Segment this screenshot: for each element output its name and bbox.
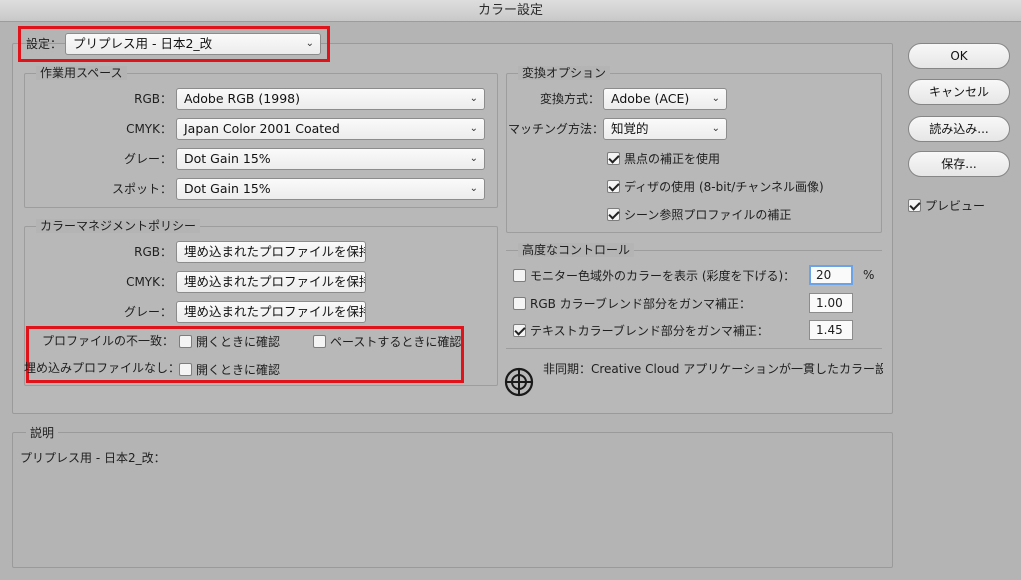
engine-select[interactable]: Adobe (ACE) ⌄ bbox=[603, 88, 727, 110]
save-button[interactable]: 保存... bbox=[908, 151, 1010, 177]
missing-open-checkbox[interactable]: 開くときに確認 bbox=[179, 361, 280, 378]
desaturate-input[interactable]: 20 bbox=[809, 265, 853, 285]
scene-referred-label: シーン参照プロファイルの補正 bbox=[624, 207, 792, 222]
mismatch-paste-box[interactable] bbox=[313, 335, 326, 348]
desaturate-label: モニター色域外のカラーを表示 (彩度を下げる)： bbox=[530, 268, 796, 283]
ws-spot-label: スポット： bbox=[111, 182, 172, 196]
chevron-down-icon: ⌄ bbox=[469, 93, 478, 104]
black-point-label: 黒点の補正を使用 bbox=[624, 151, 721, 166]
mismatch-open-checkbox[interactable]: 開くときに確認 bbox=[179, 333, 280, 350]
desaturate-box[interactable] bbox=[513, 269, 526, 282]
engine-label: 変換方式： bbox=[539, 92, 600, 106]
text-gamma-label: テキストカラーブレンド部分をガンマ補正： bbox=[530, 323, 769, 338]
chevron-down-icon: ⌄ bbox=[350, 276, 359, 287]
policy-cmyk-value: 埋め込まれたプロファイルを保持 bbox=[184, 274, 366, 289]
desaturate-checkbox[interactable]: モニター色域外のカラーを表示 (彩度を下げる)： bbox=[513, 267, 795, 284]
preview-label: プレビュー bbox=[925, 198, 986, 213]
preview-checkbox[interactable]: プレビュー bbox=[908, 197, 985, 214]
dither-box[interactable] bbox=[607, 180, 620, 193]
engine-value: Adobe (ACE) bbox=[611, 91, 690, 106]
cancel-button[interactable]: キャンセル bbox=[908, 79, 1010, 105]
rgb-gamma-checkbox[interactable]: RGB カラーブレンド部分をガンマ補正： bbox=[513, 295, 751, 312]
working-spaces-title: 作業用スペース bbox=[36, 66, 127, 80]
description-text: プリプレス用 - 日本2_改： bbox=[20, 451, 166, 465]
policy-gray-label: グレー： bbox=[123, 305, 172, 319]
chevron-down-icon: ⌄ bbox=[469, 153, 478, 164]
policy-cmyk-select[interactable]: 埋め込まれたプロファイルを保持 ⌄ bbox=[176, 271, 366, 293]
ws-gray-select[interactable]: Dot Gain 15% ⌄ bbox=[176, 148, 485, 170]
black-point-box[interactable] bbox=[607, 152, 620, 165]
chevron-down-icon: ⌄ bbox=[469, 183, 478, 194]
policies-title: カラーマネジメントポリシー bbox=[36, 219, 201, 233]
text-gamma-input[interactable]: 1.45 bbox=[809, 320, 853, 340]
ws-spot-value: Dot Gain 15% bbox=[184, 181, 271, 196]
mismatch-open-box[interactable] bbox=[179, 335, 192, 348]
rgb-gamma-box[interactable] bbox=[513, 297, 526, 310]
desaturate-unit: % bbox=[863, 268, 875, 282]
ok-button[interactable]: OK bbox=[908, 43, 1010, 69]
sync-status-text: 非同期：Creative Cloud アプリケーションが一貫したカラー設定に… bbox=[543, 362, 883, 376]
chevron-down-icon: ⌄ bbox=[350, 306, 359, 317]
missing-profile-label: 埋め込みプロファイルなし： bbox=[24, 361, 181, 375]
scene-referred-checkbox[interactable]: シーン参照プロファイルの補正 bbox=[607, 206, 791, 223]
intent-value: 知覚的 bbox=[611, 121, 649, 136]
ws-gray-value: Dot Gain 15% bbox=[184, 151, 271, 166]
chevron-down-icon: ⌄ bbox=[350, 246, 359, 257]
ws-cmyk-value: Japan Color 2001 Coated bbox=[184, 121, 340, 136]
load-button[interactable]: 読み込み... bbox=[908, 116, 1010, 142]
missing-open-label: 開くときに確認 bbox=[196, 362, 281, 377]
window-title: カラー設定 bbox=[0, 0, 1021, 22]
dither-label: ディザの使用 (8-bit/チャンネル画像) bbox=[624, 179, 824, 194]
advanced-title: 高度なコントロール bbox=[518, 243, 635, 257]
text-gamma-box[interactable] bbox=[513, 324, 526, 337]
settings-select-value: プリプレス用 - 日本2_改 bbox=[73, 36, 213, 51]
mismatch-open-label: 開くときに確認 bbox=[196, 334, 281, 349]
ws-gray-label: グレー： bbox=[123, 152, 172, 166]
policy-rgb-value: 埋め込まれたプロファイルを保持 bbox=[184, 244, 366, 259]
ws-cmyk-select[interactable]: Japan Color 2001 Coated ⌄ bbox=[176, 118, 485, 140]
ws-cmyk-label: CMYK： bbox=[126, 122, 172, 136]
chevron-down-icon: ⌄ bbox=[711, 93, 720, 104]
dither-checkbox[interactable]: ディザの使用 (8-bit/チャンネル画像) bbox=[607, 178, 824, 195]
policy-gray-value: 埋め込まれたプロファイルを保持 bbox=[184, 304, 366, 319]
mismatch-label: プロファイルの不一致： bbox=[41, 334, 174, 348]
chevron-down-icon: ⌄ bbox=[711, 123, 720, 134]
ws-spot-select[interactable]: Dot Gain 15% ⌄ bbox=[176, 178, 485, 200]
sync-status-icon bbox=[503, 366, 535, 398]
conversion-title: 変換オプション bbox=[518, 66, 611, 80]
intent-select[interactable]: 知覚的 ⌄ bbox=[603, 118, 727, 140]
chevron-down-icon: ⌄ bbox=[469, 123, 478, 134]
mismatch-paste-label: ペーストするときに確認 bbox=[330, 334, 462, 349]
chevron-down-icon: ⌄ bbox=[305, 38, 314, 49]
scene-referred-box[interactable] bbox=[607, 208, 620, 221]
rgb-gamma-label: RGB カラーブレンド部分をガンマ補正： bbox=[530, 296, 751, 311]
missing-open-box[interactable] bbox=[179, 363, 192, 376]
rgb-gamma-input[interactable]: 1.00 bbox=[809, 293, 853, 313]
ws-rgb-label: RGB： bbox=[134, 92, 172, 106]
settings-label: 設定： bbox=[26, 37, 63, 51]
text-gamma-checkbox[interactable]: テキストカラーブレンド部分をガンマ補正： bbox=[513, 322, 769, 339]
mismatch-paste-checkbox[interactable]: ペーストするときに確認 bbox=[313, 333, 461, 350]
settings-select[interactable]: プリプレス用 - 日本2_改 ⌄ bbox=[65, 33, 321, 55]
ws-rgb-value: Adobe RGB (1998) bbox=[184, 91, 300, 106]
policy-rgb-select[interactable]: 埋め込まれたプロファイルを保持 ⌄ bbox=[176, 241, 366, 263]
policy-gray-select[interactable]: 埋め込まれたプロファイルを保持 ⌄ bbox=[176, 301, 366, 323]
policy-cmyk-label: CMYK： bbox=[126, 275, 172, 289]
description-title: 説明 bbox=[26, 426, 59, 440]
black-point-checkbox[interactable]: 黒点の補正を使用 bbox=[607, 150, 720, 167]
intent-label: マッチング方法： bbox=[508, 122, 605, 136]
preview-box[interactable] bbox=[908, 199, 921, 212]
advanced-bottom-line bbox=[506, 348, 882, 349]
ws-rgb-select[interactable]: Adobe RGB (1998) ⌄ bbox=[176, 88, 485, 110]
policy-rgb-label: RGB： bbox=[134, 245, 172, 259]
